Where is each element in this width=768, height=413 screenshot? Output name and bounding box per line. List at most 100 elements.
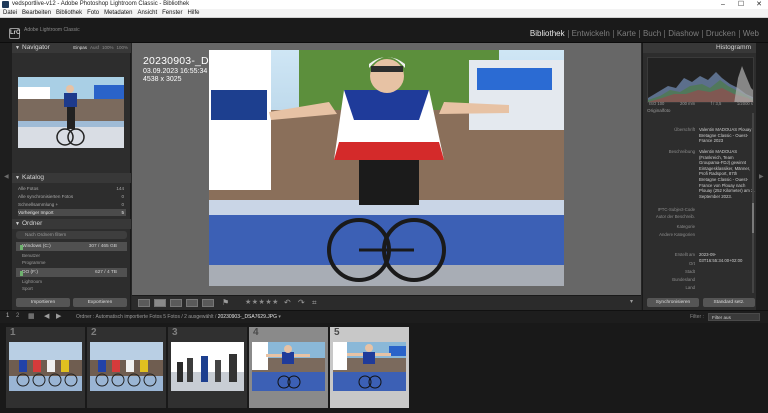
drive-row[interactable]: DO (F:) 627 / 4 TB [16, 268, 127, 277]
thumbnail[interactable] [252, 342, 325, 391]
menu-ansicht[interactable]: Ansicht [137, 9, 157, 17]
catalog-header[interactable]: ▼ Katalog [12, 173, 131, 183]
back-arrow-icon[interactable]: ◀ [44, 312, 49, 320]
menu-fenster[interactable]: Fenster [162, 9, 182, 17]
menu-hilfe[interactable]: Hilfe [187, 9, 199, 17]
nav-option-100[interactable]: 100% [102, 43, 114, 53]
collapse-right-icon[interactable]: ▶ [759, 173, 764, 180]
metadata-key: Stadt [684, 269, 695, 274]
subfolder-item[interactable]: Programme [22, 259, 126, 266]
thumbnail[interactable] [90, 342, 163, 391]
catalog-item[interactable]: Alle Fotos 144 [18, 185, 126, 192]
image-dimensions: 4538 x 3025 [143, 76, 182, 83]
image-info-overlay: 20230903-_DSA7629.JPG 03.09.2023 16:55:3… [143, 55, 272, 83]
survey-view-icon[interactable] [186, 299, 198, 307]
thumbnail[interactable] [333, 342, 406, 391]
navigator-preview[interactable] [18, 77, 124, 148]
histogram-header[interactable]: Histogramm [643, 43, 757, 53]
compare-view-icon[interactable] [170, 299, 182, 307]
right-panel-edge[interactable]: ▶ [756, 43, 768, 310]
module-diashow[interactable]: Diashow [664, 30, 702, 38]
nav-option-fit[interactable]: Einpas [73, 43, 87, 53]
metadata-value[interactable]: 2023-09-03T16:55:34.00+02:00 [699, 252, 755, 263]
filmstrip-cell-selected[interactable]: 4 [249, 327, 328, 408]
identity-plate: LrC Adobe Lightroom Classic Bibliothek E… [0, 18, 768, 43]
grid-small-icon[interactable]: ▦ [28, 312, 35, 320]
subfolder-item[interactable]: Benutzer [22, 252, 126, 259]
metadata-key: Ort [689, 261, 695, 266]
filmstrip-cell[interactable]: 2 [87, 327, 166, 408]
loupe-view-icon[interactable] [154, 299, 166, 307]
filmstrip-source-path[interactable]: Ordner : Automatisch importierte Fotos 5… [76, 314, 281, 320]
thumbnail[interactable] [9, 342, 82, 391]
metadata-key: Überschrift [674, 127, 695, 132]
import-button[interactable]: Importieren [16, 298, 70, 307]
rotate-right-icon[interactable]: ↷ [298, 298, 305, 307]
thumbnail[interactable] [171, 342, 244, 391]
nav-option-fill[interactable]: Ausf [90, 43, 99, 53]
left-panel-edge[interactable]: ◀ [0, 43, 12, 310]
exif-aperture: f / 3,5 [710, 101, 722, 106]
page-2-tab[interactable]: 2 [16, 313, 19, 319]
main-photo[interactable] [209, 50, 564, 286]
histogram-chart[interactable] [647, 57, 754, 103]
cell-index: 4 [253, 327, 259, 338]
crop-icon[interactable]: ⌗ [312, 298, 317, 308]
catalog-title: Katalog [22, 174, 45, 181]
page-1-tab[interactable]: 1 [6, 313, 9, 319]
forward-arrow-icon[interactable]: ▶ [56, 312, 61, 320]
menu-bibliothek[interactable]: Bibliothek [56, 9, 82, 17]
metadata-value[interactable]: Valentin MADOUAS (Frankreich, Team Group… [699, 149, 755, 199]
original-photo-toggle[interactable]: Originalfoto [647, 108, 671, 113]
metadata-value[interactable]: Valentin MADOUAS Plouay Bretagne Classic… [699, 127, 755, 144]
catalog-item[interactable]: Alle synchronisierten Fotos 0 [18, 193, 126, 200]
module-buch[interactable]: Buch [638, 30, 664, 38]
rotate-left-icon[interactable]: ↶ [284, 298, 291, 307]
right-panel-scrollbar[interactable] [752, 113, 754, 293]
nav-option-zoom[interactable]: 100% [116, 43, 128, 53]
minimize-icon[interactable]: – [714, 0, 732, 9]
flag-icon[interactable]: ⚑ [222, 298, 229, 307]
maximize-icon[interactable]: ☐ [732, 0, 750, 9]
folders-header[interactable]: ▼ Ordner [12, 219, 131, 229]
filmstrip-bar: 1 2 ▦ ◀ ▶ Ordner : Automatisch importier… [0, 310, 768, 323]
menu-datei[interactable]: Datei [3, 9, 17, 17]
catalog-item[interactable]: Schnellsammlung + 0 [18, 201, 126, 208]
star-rating[interactable]: ★★★★★ [245, 298, 279, 306]
source-dropdown-icon[interactable]: ▾ [278, 314, 281, 320]
thumbnail-image [9, 342, 82, 391]
module-entwickeln[interactable]: Entwickeln [567, 30, 613, 38]
people-view-icon[interactable] [202, 299, 214, 307]
filmstrip-cell[interactable]: 1 [6, 327, 85, 408]
navigator-header[interactable]: ▼ Navigator Einpas Ausf 100% 100% [12, 43, 131, 53]
subfolder-item[interactable]: Sport [22, 285, 126, 292]
scrollbar-thumb[interactable] [752, 203, 754, 233]
export-button[interactable]: Exportieren [73, 298, 127, 307]
metadata-key: Erstellt am [674, 252, 695, 257]
folder-search-input[interactable]: Nach Ordnern filtern [16, 231, 127, 239]
module-bibliothek[interactable]: Bibliothek [527, 30, 568, 38]
menu-bearbeiten[interactable]: Bearbeiten [22, 9, 51, 17]
lightroom-app-icon [2, 1, 9, 8]
sync-button[interactable]: Synchronisieren [647, 298, 699, 307]
filter-select[interactable]: Filter aus [708, 313, 760, 321]
loupe-view[interactable]: 20230903-_DSA7629.JPG 03.09.2023 16:55:3… [132, 43, 641, 295]
grid-view-icon[interactable] [138, 299, 150, 307]
histogram-title: Histogramm [715, 44, 751, 51]
window-titlebar: vedsportlive-v12 - Adobe Photoshop Light… [0, 0, 768, 9]
subfolder-item[interactable]: Lightroom [22, 278, 126, 285]
filmstrip-cell-active[interactable]: 5 [330, 327, 409, 408]
drive-row[interactable]: Windows (C:) 307 / 465 GB [16, 242, 127, 251]
menu-metadaten[interactable]: Metadaten [104, 9, 132, 17]
collapse-left-icon[interactable]: ◀ [4, 173, 9, 180]
toolbar-menu-icon[interactable]: ▾ [630, 298, 633, 305]
set-default-button[interactable]: Standard setz. [703, 298, 755, 307]
module-karte[interactable]: Karte [612, 30, 639, 38]
catalog-item-count: 0 [121, 194, 124, 199]
close-icon[interactable]: ✕ [750, 0, 768, 9]
menu-foto[interactable]: Foto [87, 9, 99, 17]
filmstrip-cell[interactable]: 3 [168, 327, 247, 408]
module-drucken[interactable]: Drucken [701, 30, 739, 38]
catalog-item[interactable]: Vorheriger Import 5 [18, 209, 126, 216]
module-web[interactable]: Web [738, 30, 762, 38]
